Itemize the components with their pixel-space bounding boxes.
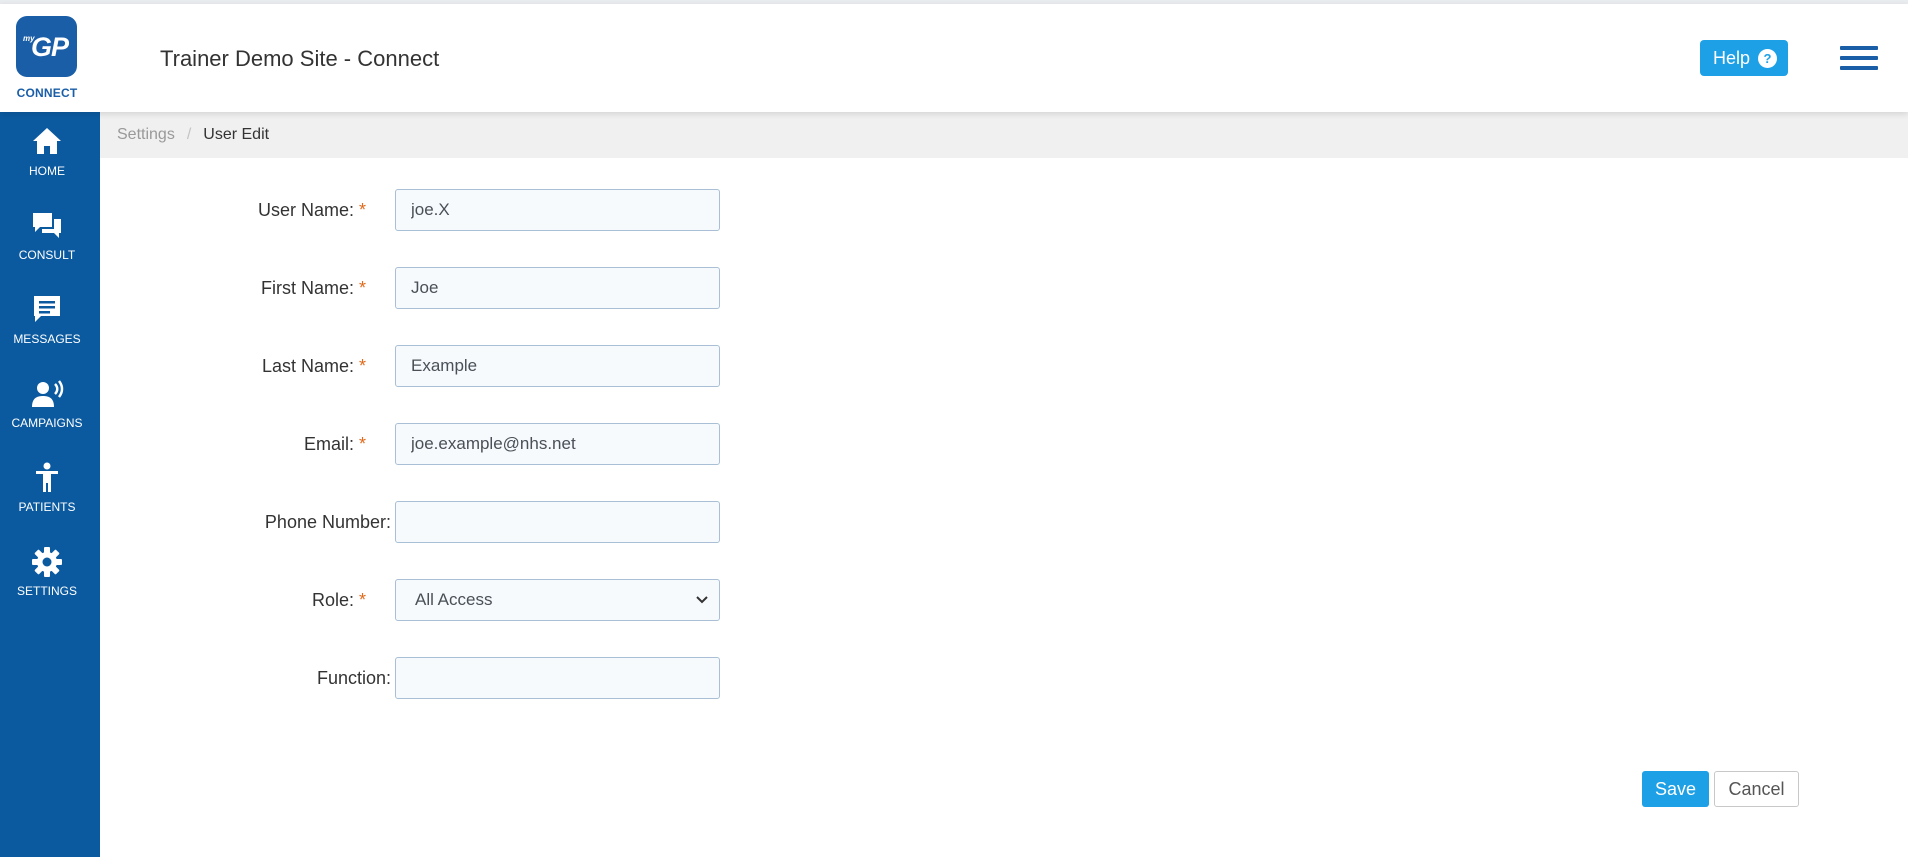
sidebar-item-settings[interactable]: SETTINGS [0,532,94,616]
required-marker: * [358,200,366,220]
email-label: Email: * [303,434,366,454]
chevron-down-icon [696,596,708,604]
sidebar: HOME CONSULT MESSAGES CAMPAIGNS PATIENTS [0,112,100,857]
user-name-input[interactable] [395,189,720,231]
user-name-label: User Name: * [257,200,366,220]
required-marker: * [358,356,366,376]
sidebar-item-label: MESSAGES [13,332,81,346]
chat-bubbles-icon [33,213,61,238]
required-marker: * [358,590,366,610]
sidebar-item-label: CAMPAIGNS [11,416,83,430]
last-name-row: Last Name: * [100,345,800,387]
role-label: Role: * [311,590,366,610]
sidebar-item-messages[interactable]: MESSAGES [0,280,94,364]
sidebar-item-consult[interactable]: CONSULT [0,196,94,280]
function-row: Function: [100,657,800,699]
sidebar-item-home[interactable]: HOME [0,112,94,196]
accessibility-person-icon [36,462,58,492]
phone-row: Phone Number: [100,501,800,543]
sidebar-item-patients[interactable]: PATIENTS [0,448,94,532]
user-name-row: User Name: * [100,189,800,231]
hamburger-menu-icon[interactable] [1840,46,1880,72]
help-button-label: Help [1713,47,1751,68]
save-button[interactable]: Save [1642,771,1709,807]
role-selected-value: All Access [415,590,493,609]
function-input[interactable] [395,657,720,699]
first-name-label: First Name: * [260,278,366,298]
question-circle-icon: ? [1758,48,1778,68]
breadcrumb-separator: / [186,126,192,143]
gear-icon [32,547,62,577]
logo-badge: my GP [16,16,77,77]
breadcrumb: Settings / User Edit [100,112,1908,158]
breadcrumb-current: User Edit [203,126,270,143]
role-select[interactable]: All Access [395,579,720,621]
sidebar-item-label: SETTINGS [16,584,77,598]
site-title: Trainer Demo Site - Connect [160,46,440,71]
sidebar-item-label: HOME [29,164,65,178]
required-marker: * [358,434,366,454]
first-name-input[interactable] [395,267,720,309]
cancel-button[interactable]: Cancel [1714,771,1799,807]
app-logo[interactable]: my GP CONNECT [0,4,100,112]
email-row: Email: * [100,423,800,465]
last-name-input[interactable] [395,345,720,387]
email-input[interactable] [395,423,720,465]
breadcrumb-link-settings[interactable]: Settings [117,126,175,144]
help-button[interactable]: Help ? [1700,40,1788,76]
message-icon [34,296,60,322]
logo-caption: CONNECT [16,86,78,100]
logo-main-text: GP [31,32,69,62]
sidebar-item-label: CONSULT [18,248,76,262]
last-name-label: Last Name: * [261,356,366,376]
required-marker: * [358,278,366,298]
home-icon [33,128,61,154]
sidebar-item-label: PATIENTS [18,500,76,514]
sidebar-item-campaigns[interactable]: CAMPAIGNS [0,364,94,448]
phone-input[interactable] [395,501,720,543]
function-label: Function: [316,668,391,688]
phone-label: Phone Number: [264,512,391,532]
broadcast-person-icon [32,380,64,407]
first-name-row: First Name: * [100,267,800,309]
app-header: my GP CONNECT Trainer Demo Site - Connec… [0,4,1908,112]
role-row: Role: * All Access [100,579,800,621]
